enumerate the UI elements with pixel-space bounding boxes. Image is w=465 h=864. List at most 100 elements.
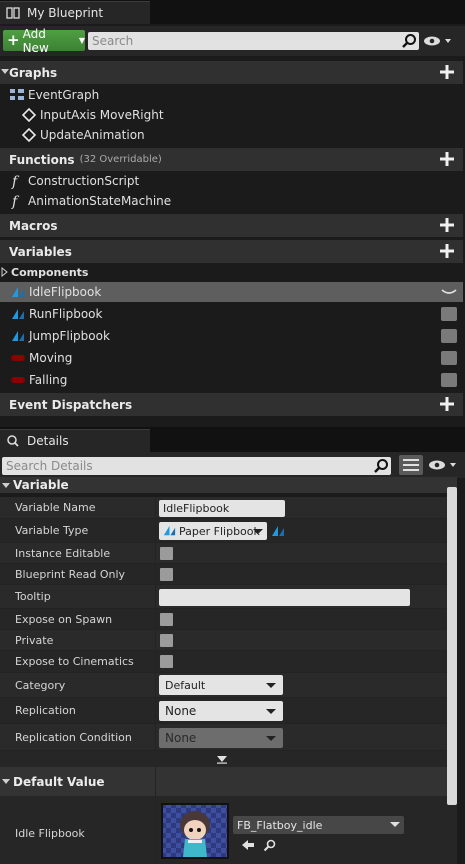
- column-divider: [155, 609, 156, 629]
- variable-item-label: IdleFlipbook: [29, 285, 102, 299]
- property-label: Tooltip: [15, 590, 51, 603]
- column-divider: [155, 543, 156, 563]
- details-search-input[interactable]: [2, 457, 391, 475]
- asset-picker-combo[interactable]: FB_Flatboy_idle: [233, 816, 404, 834]
- visibility-eye-closed-icon[interactable]: [441, 307, 457, 321]
- graph-item-updateanimation[interactable]: UpdateAnimation: [0, 125, 463, 145]
- column-divider: [155, 564, 156, 584]
- visibility-eye-closed-icon[interactable]: [441, 373, 457, 387]
- add-dispatcher-plus-icon[interactable]: [440, 397, 454, 411]
- function-item-animationstatemachine[interactable]: f AnimationStateMachine: [0, 191, 463, 211]
- function-item-constructionscript[interactable]: f ConstructionScript: [0, 171, 463, 191]
- add-function-plus-icon[interactable]: [440, 152, 454, 166]
- view-options-eye-icon[interactable]: [423, 35, 453, 47]
- property-row-variable-type: Variable Type Paper Flipbook: [0, 519, 457, 543]
- details-tab-label: Details: [27, 434, 69, 448]
- variable-category-title: Variable: [13, 478, 69, 492]
- macros-section-title: Macros: [9, 218, 58, 233]
- flipbook-thumbnail[interactable]: [161, 803, 229, 859]
- components-category-label: Components: [11, 265, 89, 279]
- svg-text:f: f: [11, 174, 20, 189]
- function-f-icon: f: [11, 194, 20, 209]
- plus-icon: +: [7, 31, 20, 49]
- variable-type-combo[interactable]: Paper Flipbook: [159, 522, 267, 540]
- variable-item-moving[interactable]: Moving: [0, 348, 463, 368]
- column-divider: [155, 673, 156, 697]
- variable-item-label: JumpFlipbook: [29, 329, 110, 343]
- visibility-eye-open-icon[interactable]: [441, 285, 457, 299]
- read-only-checkbox[interactable]: [160, 568, 173, 581]
- property-row-private: Private: [0, 630, 457, 651]
- variable-name-field[interactable]: IdleFlipbook: [159, 500, 285, 517]
- graphs-section-header[interactable]: Graphs: [0, 61, 463, 84]
- flipbook-type-icon: [12, 331, 24, 341]
- expand-arrow-icon: [2, 779, 10, 784]
- visibility-eye-closed-icon[interactable]: [441, 329, 457, 343]
- variables-section-header[interactable]: Variables: [0, 240, 463, 263]
- asset-name: FB_Flatboy_idle: [237, 818, 323, 832]
- add-graph-plus-icon[interactable]: [440, 65, 454, 79]
- column-divider: [155, 767, 156, 796]
- expose-cinematics-checkbox[interactable]: [160, 655, 173, 668]
- details-magnifier-icon: [7, 435, 19, 447]
- variable-item-idleflipbook[interactable]: IdleFlipbook: [0, 282, 463, 302]
- category-combo[interactable]: Default: [159, 675, 283, 695]
- column-divider: [155, 519, 156, 542]
- expand-arrow-icon: [2, 482, 10, 488]
- use-selected-arrow-icon[interactable]: [241, 839, 255, 851]
- graph-item-eventgraph[interactable]: EventGraph: [0, 85, 463, 105]
- property-label: Category: [15, 678, 66, 692]
- idle-flipbook-label: Idle Flipbook: [15, 827, 85, 840]
- property-row-tooltip: Tooltip: [0, 585, 457, 609]
- functions-section-header[interactable]: Functions (32 Overridable): [0, 148, 463, 171]
- add-new-button[interactable]: + Add New ▼: [3, 27, 85, 55]
- my-blueprint-tabbar: My Blueprint: [0, 0, 465, 24]
- svg-text:f: f: [11, 194, 20, 209]
- details-toolbar: [0, 452, 465, 478]
- browse-asset-search-icon[interactable]: [263, 839, 276, 852]
- property-row-expose-cinematics: Expose to Cinematics: [0, 651, 457, 673]
- variable-item-falling[interactable]: Falling: [0, 370, 463, 390]
- column-divider: [155, 585, 156, 608]
- property-label: Variable Name: [15, 501, 96, 514]
- property-row-read-only: Blueprint Read Only: [0, 564, 457, 585]
- graph-item-label: InputAxis MoveRight: [40, 108, 164, 122]
- expose-on-spawn-checkbox[interactable]: [160, 613, 173, 626]
- blueprint-search-input[interactable]: [88, 32, 419, 50]
- graph-item-inputaxis[interactable]: InputAxis MoveRight: [0, 105, 463, 125]
- macros-section-header[interactable]: Macros: [0, 214, 463, 237]
- add-macro-plus-icon[interactable]: [440, 218, 454, 232]
- components-category[interactable]: Components: [0, 262, 463, 282]
- property-label: Expose to Cinematics: [15, 655, 134, 668]
- property-row-variable-name: Variable Name IdleFlipbook: [0, 497, 457, 519]
- variable-item-jumpflipbook[interactable]: JumpFlipbook: [0, 326, 463, 346]
- replication-condition-value: None: [165, 731, 197, 745]
- collapse-arrow-icon: [1, 267, 8, 277]
- column-divider: [155, 796, 156, 864]
- graph-item-label: UpdateAnimation: [40, 128, 145, 142]
- add-new-label: Add New: [22, 26, 49, 55]
- details-scrollbar[interactable]: [447, 487, 457, 805]
- event-dispatchers-section-header[interactable]: Event Dispatchers: [0, 393, 463, 416]
- default-value-header[interactable]: Default Value: [0, 767, 457, 796]
- my-blueprint-tab[interactable]: My Blueprint: [0, 1, 150, 24]
- chevron-down-icon: [266, 736, 276, 741]
- tooltip-field[interactable]: [159, 589, 410, 606]
- property-matrix-icon[interactable]: [399, 455, 423, 475]
- chevron-down-icon: [266, 709, 276, 714]
- variable-category-header[interactable]: Variable: [0, 477, 457, 493]
- blueprint-toolbar: + Add New ▼: [0, 26, 465, 56]
- visibility-eye-closed-icon[interactable]: [441, 351, 457, 365]
- container-type-icon[interactable]: [270, 523, 286, 539]
- replication-combo[interactable]: None: [159, 701, 283, 721]
- instance-editable-checkbox[interactable]: [160, 547, 173, 560]
- variable-item-runflipbook[interactable]: RunFlipbook: [0, 304, 463, 324]
- search-icon[interactable]: [373, 458, 389, 474]
- search-icon[interactable]: [401, 33, 417, 49]
- details-tab[interactable]: Details: [0, 429, 150, 452]
- view-options-eye-icon[interactable]: [428, 459, 458, 471]
- property-row-expose-on-spawn: Expose on Spawn: [0, 609, 457, 630]
- advanced-expander[interactable]: [0, 751, 457, 767]
- add-variable-plus-icon[interactable]: [440, 244, 454, 258]
- private-checkbox[interactable]: [160, 634, 173, 647]
